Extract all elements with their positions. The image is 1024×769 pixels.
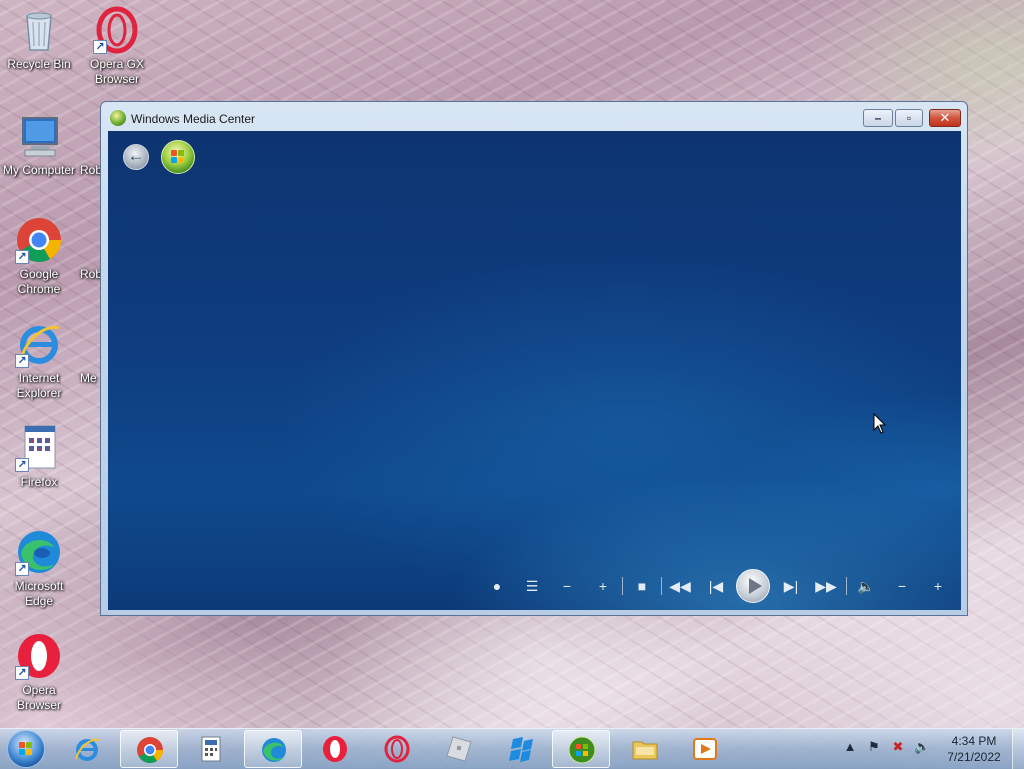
desktop-icon-chrome[interactable]: ↗ Google Chrome — [1, 216, 77, 297]
restore-button[interactable]: ▫ — [895, 109, 923, 127]
guide-list-icon[interactable]: ☰ — [521, 577, 543, 595]
clock-time: 4:34 PM — [951, 734, 997, 748]
chrome-icon: ↗ — [15, 216, 63, 264]
volume-up-icon[interactable]: + — [927, 577, 949, 595]
control-divider — [661, 577, 662, 595]
taskbar-roblox-studio[interactable] — [492, 730, 550, 768]
taskbar-opera[interactable] — [306, 730, 364, 768]
fast-forward-icon[interactable]: ▶▶ — [815, 577, 837, 595]
play-icon — [749, 578, 762, 594]
desktop-icon-label: Google Chrome — [17, 267, 61, 296]
taskbar-edge[interactable] — [244, 730, 302, 768]
opera-icon: ↗ — [15, 632, 63, 680]
edge-icon — [262, 738, 286, 762]
control-divider — [622, 577, 623, 595]
media-player-icon — [693, 738, 717, 760]
desktop-icon-label: Opera Browser — [16, 683, 61, 712]
stop-icon[interactable]: ■ — [631, 577, 653, 595]
next-icon[interactable]: ▶| — [780, 577, 802, 595]
volume-icon[interactable]: 🔈 — [914, 737, 930, 757]
clock[interactable]: 4:34 PM 7/21/2022 — [936, 733, 1012, 765]
desktop-icon-opera[interactable]: ↗ Opera Browser — [1, 632, 77, 713]
windows-flag-icon — [19, 742, 33, 756]
windows-start-icon[interactable] — [161, 140, 195, 174]
edge-icon: ↗ — [15, 528, 63, 576]
transport-controls: ● ☰ − + ■ ◀◀ |◀ ▶| ▶▶ 🔈 − + — [486, 569, 956, 603]
media-center-icon — [568, 736, 596, 764]
media-center-window[interactable]: Windows Media Center – ▫ ✕ ← ● ☰ − + ■ ◀… — [100, 101, 968, 616]
channel-down-icon[interactable]: − — [556, 577, 578, 595]
desktop-icon-label: Internet Explorer — [16, 371, 62, 400]
channel-up-icon[interactable]: + — [592, 577, 614, 595]
partial-desktop-label: Rob — [80, 267, 103, 281]
close-icon: ✕ — [939, 110, 951, 125]
control-divider — [846, 577, 847, 595]
desktop-icon-recycle-bin[interactable]: Recycle Bin — [1, 6, 77, 72]
desktop-icon-edge[interactable]: ↗ Microsoft Edge — [1, 528, 77, 609]
chrome-icon — [137, 737, 164, 764]
taskbar-internet-explorer[interactable] — [58, 730, 116, 768]
minimize-icon: – — [874, 111, 882, 125]
taskbar-chrome[interactable] — [120, 730, 178, 768]
roblox-icon — [446, 736, 472, 762]
window-titlebar[interactable]: Windows Media Center – ▫ ✕ — [101, 102, 967, 132]
show-desktop-button[interactable] — [1012, 729, 1024, 769]
media-center-content[interactable]: ← ● ☰ − + ■ ◀◀ |◀ ▶| ▶▶ 🔈 − + — [108, 131, 961, 610]
clock-date: 7/21/2022 — [947, 750, 1001, 764]
partial-desktop-label: Rob — [80, 163, 103, 177]
desktop-icon-label: Firefox — [20, 475, 58, 489]
taskbar-opera-gx[interactable] — [368, 730, 426, 768]
taskbar-calculator[interactable] — [182, 730, 240, 768]
desktop-icon-my-computer[interactable]: My Computer — [1, 112, 77, 178]
shortcut-arrow-icon: ↗ — [15, 250, 29, 264]
minimize-button[interactable]: – — [863, 109, 893, 127]
shortcut-arrow-icon: ↗ — [15, 562, 29, 576]
desktop-icon-opera-gx[interactable]: ↗ Opera GX Browser — [79, 6, 155, 87]
show-hidden-icons-icon[interactable]: ▲ — [842, 737, 858, 757]
mute-speaker-icon[interactable]: 🔈 — [855, 577, 877, 595]
desktop-icon-label: Recycle Bin — [7, 57, 71, 71]
opera-gx-icon: ↗ — [93, 6, 141, 54]
recycle-bin-icon — [15, 6, 63, 54]
record-icon[interactable]: ● — [486, 577, 508, 595]
previous-icon[interactable]: |◀ — [705, 577, 727, 595]
back-icon[interactable]: ← — [123, 144, 149, 170]
start-button[interactable] — [7, 730, 45, 768]
roblox-studio-icon — [509, 737, 533, 762]
network-disconnected-icon[interactable]: ✖ — [890, 737, 906, 757]
action-center-flag-icon[interactable]: ⚑ — [866, 737, 882, 757]
taskbar-media-center[interactable] — [552, 730, 610, 768]
opera-gx-icon — [384, 735, 410, 763]
internet-explorer-icon — [75, 738, 100, 761]
taskbar-file-explorer[interactable] — [616, 730, 674, 768]
windows-flag-icon — [171, 150, 185, 164]
taskbar-roblox[interactable] — [430, 730, 488, 768]
shortcut-arrow-icon: ↗ — [15, 666, 29, 680]
desktop-icon-firefox[interactable]: ↗ Firefox — [1, 424, 77, 490]
internet-explorer-icon: ↗ — [15, 320, 63, 368]
rewind-icon[interactable]: ◀◀ — [669, 577, 691, 595]
shortcut-arrow-icon: ↗ — [93, 40, 107, 54]
taskbar-media-player[interactable] — [676, 730, 734, 768]
shortcut-arrow-icon: ↗ — [15, 354, 29, 368]
media-center-app-icon — [110, 110, 126, 126]
window-title: Windows Media Center — [131, 112, 256, 126]
restore-icon: ▫ — [906, 111, 912, 125]
firefox-icon: ↗ — [15, 424, 63, 472]
desktop-icon-label: Microsoft Edge — [14, 579, 64, 608]
folder-icon — [632, 741, 658, 760]
volume-down-icon[interactable]: − — [891, 577, 913, 595]
shortcut-arrow-icon: ↗ — [15, 458, 29, 472]
calculator-icon — [201, 736, 221, 762]
opera-icon — [323, 736, 347, 762]
desktop-icon-label: My Computer — [2, 163, 76, 177]
computer-icon — [15, 112, 63, 160]
desktop-icon-internet-explorer[interactable]: ↗ Internet Explorer — [1, 320, 77, 401]
close-button[interactable]: ✕ — [929, 109, 961, 127]
play-button[interactable] — [736, 569, 770, 603]
partial-desktop-label: Me — [80, 371, 97, 385]
taskbar: ▲ ⚑ ✖ 🔈 4:34 PM 7/21/2022 — [0, 728, 1024, 769]
desktop-icon-label: Opera GX Browser — [89, 57, 145, 86]
